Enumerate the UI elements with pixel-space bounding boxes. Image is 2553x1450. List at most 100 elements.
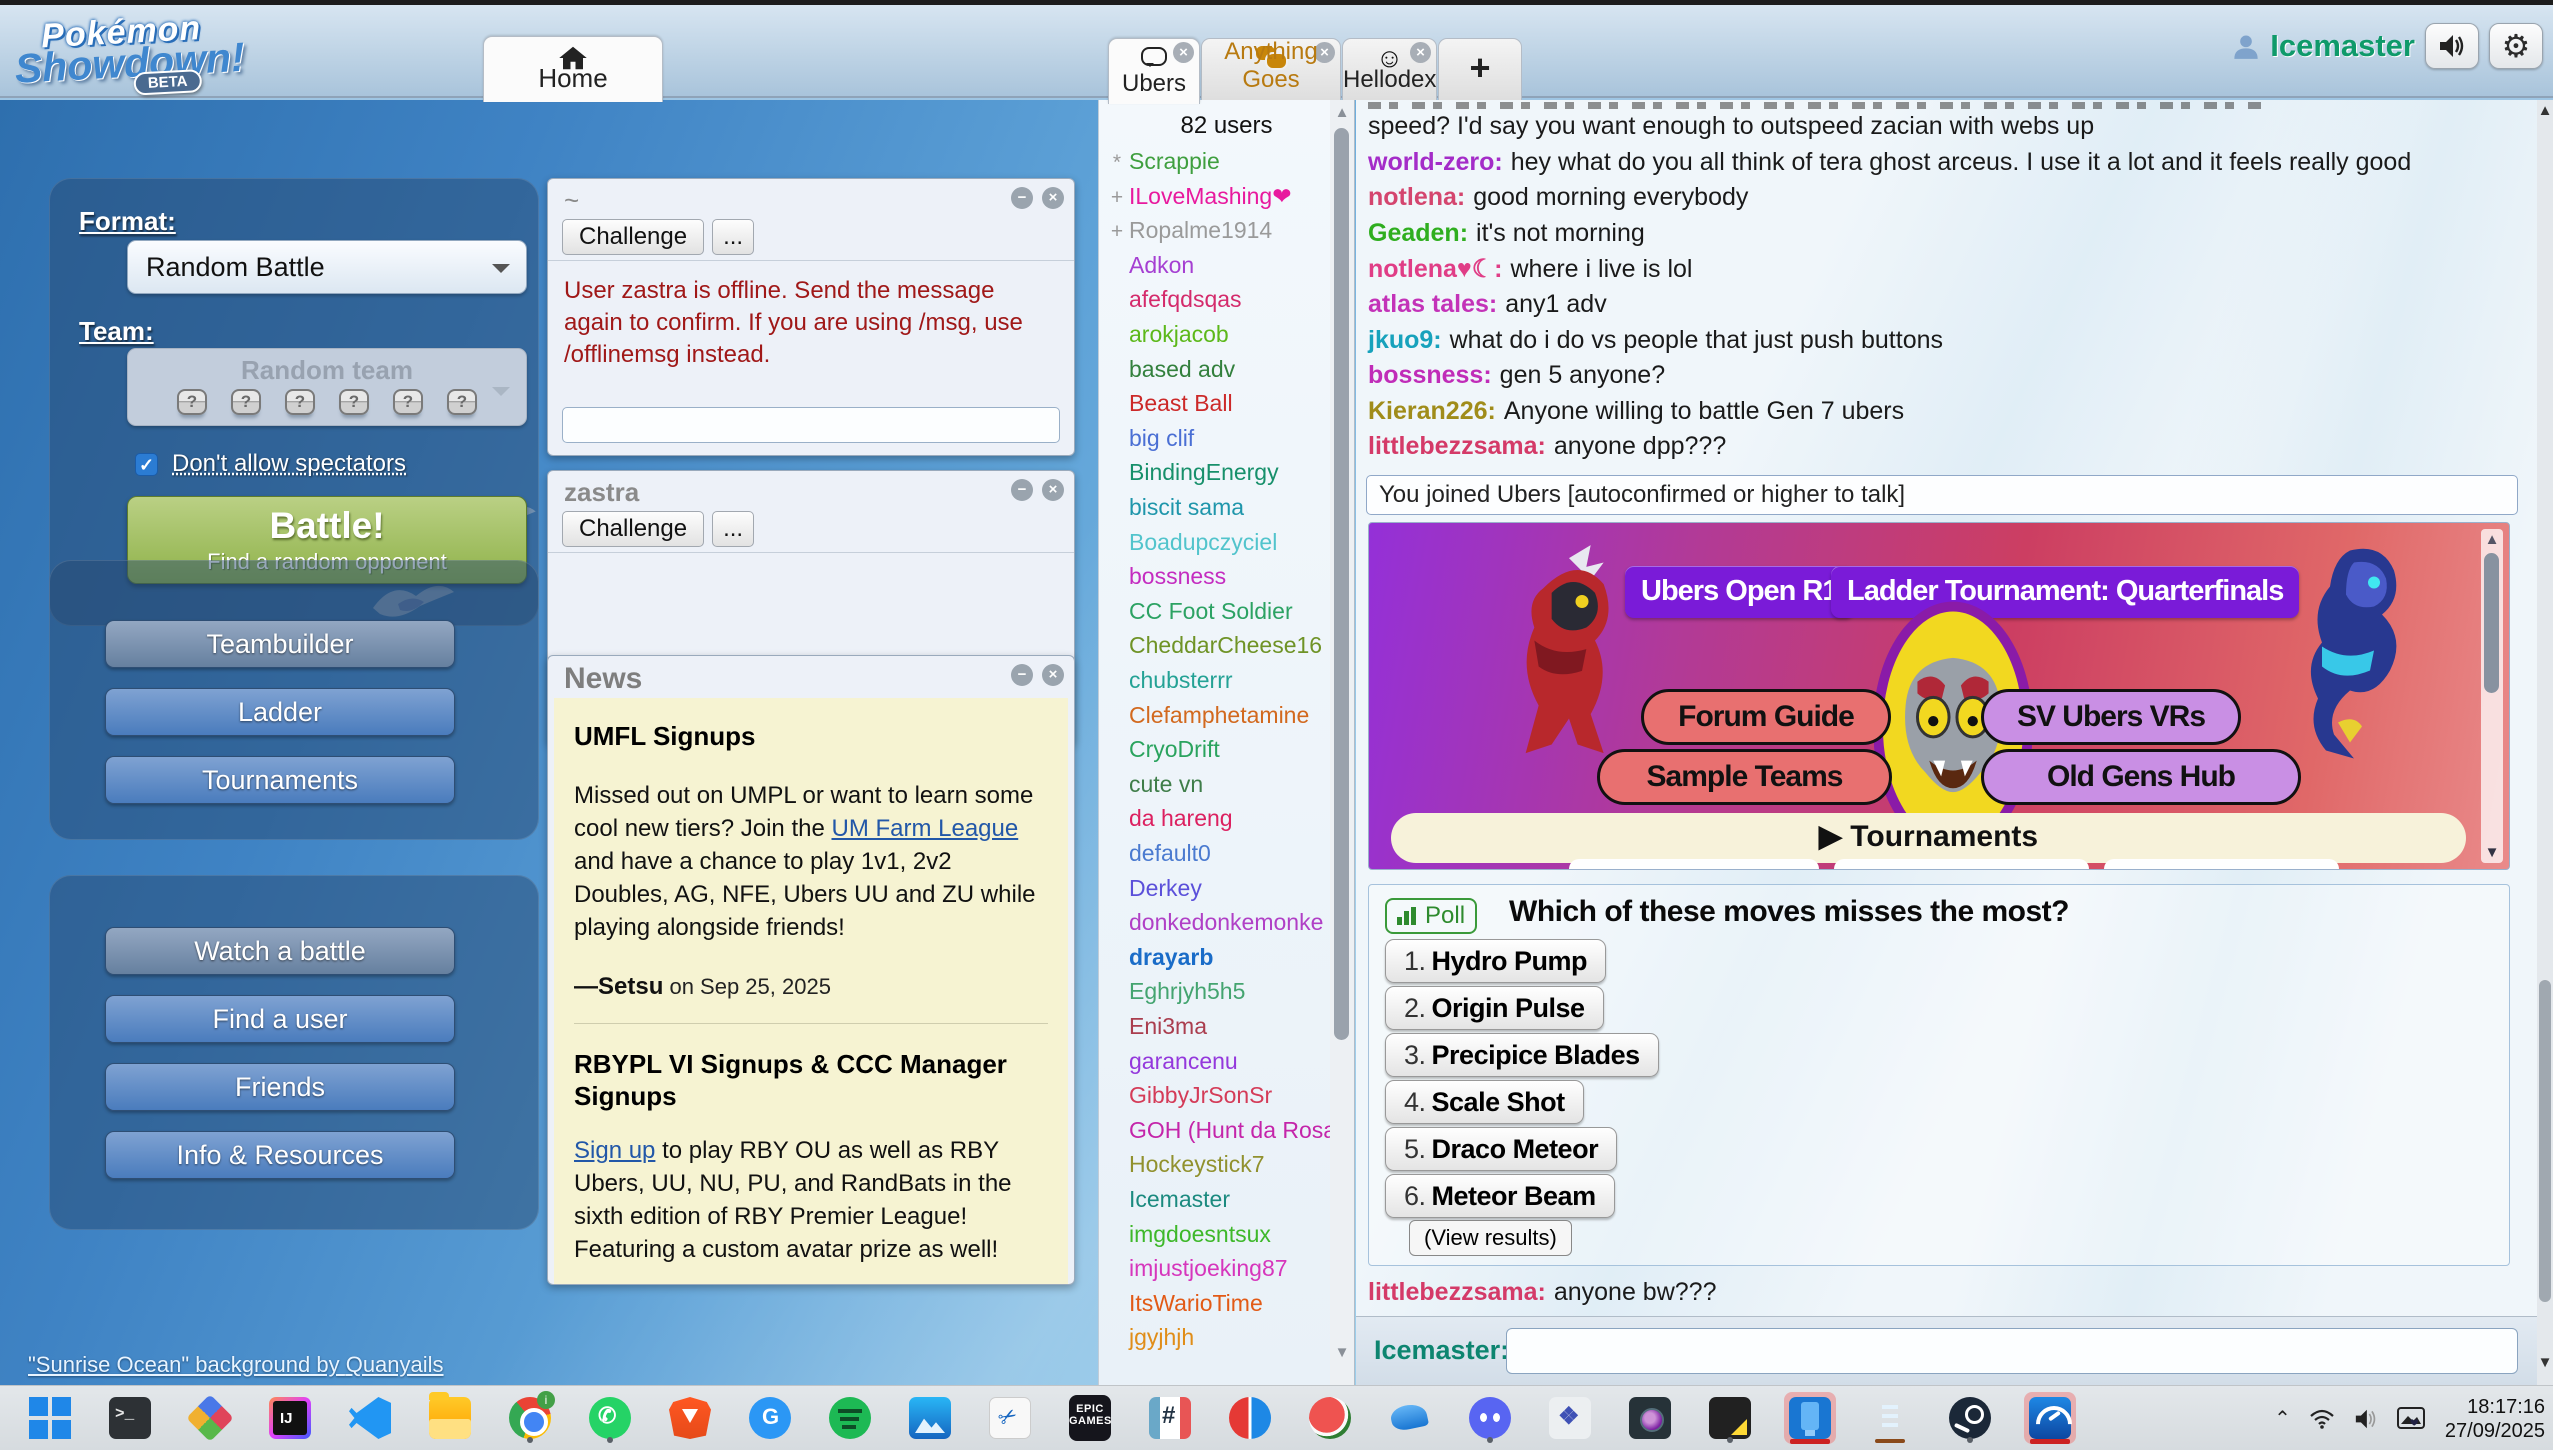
films-taskbar-icon[interactable] — [904, 1392, 956, 1444]
chat-username[interactable]: atlas tales: — [1368, 290, 1497, 318]
settings-button[interactable]: ⚙ — [2489, 23, 2543, 69]
userlist-user[interactable]: imjustjoeking87 — [1105, 1255, 1337, 1289]
chat-username[interactable]: world-zero: — [1368, 148, 1503, 176]
forum-projects-button[interactable]: Forum Projects — [2104, 859, 2339, 870]
scroll-up-icon[interactable]: ▲ — [1330, 104, 1354, 121]
gallery-tray-icon[interactable] — [2397, 1406, 2427, 1432]
scroll-down-icon[interactable]: ▼ — [2481, 844, 2503, 861]
blocks-taskbar-icon[interactable]: ❖ — [1544, 1392, 1596, 1444]
friends-button[interactable]: Friends — [105, 1063, 455, 1111]
scrollbar-thumb[interactable] — [1334, 128, 1349, 1040]
userlist-user[interactable]: Clefamphetamine — [1105, 702, 1337, 736]
poll-option-button[interactable]: 4.Scale Shot — [1385, 1080, 1584, 1124]
poll-option-button[interactable]: 3.Precipice Blades — [1385, 1033, 1659, 1077]
userlist-user[interactable]: Beast Ball — [1105, 390, 1337, 424]
peek-taskbar-icon[interactable] — [1704, 1392, 1756, 1444]
new-tab-button[interactable]: + — [1438, 38, 1522, 100]
volume-icon[interactable] — [2353, 1408, 2379, 1430]
teambuilder-button[interactable]: Teambuilder — [105, 620, 455, 668]
merge-taskbar-icon[interactable] — [184, 1392, 236, 1444]
watch-battle-button[interactable]: Watch a battle — [105, 927, 455, 975]
epic-taskbar-icon[interactable]: EPICGAMES — [1064, 1392, 1116, 1444]
um-farm-league-link[interactable]: UM Farm League — [831, 815, 1018, 842]
more-options-button[interactable]: ... — [712, 219, 754, 255]
scrollbar-thumb[interactable] — [2539, 980, 2551, 1302]
minimize-icon[interactable]: − — [1011, 479, 1033, 501]
userlist-user[interactable]: *Scrappie — [1105, 148, 1337, 182]
poll-option-button[interactable]: 5.Draco Meteor — [1385, 1127, 1617, 1171]
userlist-user[interactable]: Icemaster — [1105, 1186, 1337, 1220]
tournaments-button[interactable]: Tournaments — [105, 756, 455, 804]
tab-hellodex[interactable]: ☺ × Hellodex — [1342, 38, 1437, 100]
hash-taskbar-icon[interactable]: # — [1144, 1392, 1196, 1444]
terminal-taskbar-icon[interactable]: >_ — [104, 1392, 156, 1444]
whatsapp-taskbar-icon[interactable]: ✆ — [584, 1392, 636, 1444]
discord-taskbar-icon[interactable] — [1464, 1392, 1516, 1444]
current-username[interactable]: Icemaster — [2270, 28, 2415, 64]
userlist-user[interactable]: CC Foot Soldier — [1105, 598, 1337, 632]
tab-home[interactable]: Home — [483, 36, 663, 102]
scroll-up-icon[interactable]: ▲ — [2481, 531, 2503, 548]
phonelink-taskbar-icon[interactable] — [1784, 1392, 1836, 1444]
userlist-user[interactable]: arokjacob — [1105, 321, 1337, 355]
userlist-user[interactable]: ItsWarioTime — [1105, 1290, 1337, 1324]
userlist-user[interactable]: +Ropalme1914 — [1105, 217, 1337, 251]
userlist-scrollbar[interactable]: ▲ ▼ — [1330, 100, 1354, 1385]
watermelon-taskbar-icon[interactable] — [1304, 1392, 1356, 1444]
colorcircle-taskbar-icon[interactable] — [1224, 1392, 1276, 1444]
userlist-user[interactable]: based adv — [1105, 356, 1337, 390]
userlist-user[interactable]: Adkon — [1105, 252, 1337, 286]
vscode-taskbar-icon[interactable] — [344, 1392, 396, 1444]
userlist-user[interactable]: da hareng — [1105, 805, 1337, 839]
close-icon[interactable]: × — [1042, 187, 1064, 209]
userlist-user[interactable]: BindingEnergy — [1105, 459, 1337, 493]
userlist-user[interactable]: GibbyJrSonSr — [1105, 1082, 1337, 1116]
close-icon[interactable]: × — [1042, 664, 1064, 686]
tab-anything-goes[interactable]: × Anything Goes — [1201, 38, 1341, 100]
userlist-user[interactable]: Derkey — [1105, 875, 1337, 909]
userlist-user[interactable]: Eghrjyh5h5 — [1105, 978, 1337, 1012]
poll-option-button[interactable]: 1.Hydro Pump — [1385, 939, 1606, 983]
userlist-user[interactable]: cute vn — [1105, 771, 1337, 805]
userlist-user[interactable]: CheddarCheese16 — [1105, 632, 1337, 666]
close-icon[interactable]: × — [1173, 42, 1194, 63]
chat-username[interactable]: Geaden: — [1368, 219, 1468, 247]
spectators-option[interactable]: ✓ Don't allow spectators — [135, 450, 406, 478]
userlist-user[interactable]: Boadupczyciel — [1105, 529, 1337, 563]
tournaments-expander[interactable]: ▶ Tournaments — [1391, 813, 2466, 863]
scroll-up-icon[interactable]: ▲ — [2537, 102, 2553, 119]
server-taskbar-icon[interactable] — [1864, 1392, 1916, 1444]
userlist-user[interactable]: jgyjhjh — [1105, 1324, 1337, 1358]
forum-resources-button[interactable]: Forum Resources — [1569, 859, 1819, 870]
userlist-user[interactable]: CryoDrift — [1105, 736, 1337, 770]
intellij-taskbar-icon[interactable]: IJ — [264, 1392, 316, 1444]
team-select[interactable]: Random team ? ? ? ? ? ? — [127, 348, 527, 426]
challenge-button[interactable]: Challenge — [562, 219, 704, 255]
chat-username[interactable]: bossness: — [1368, 361, 1492, 389]
sound-button[interactable] — [2425, 23, 2479, 69]
userlist-user[interactable]: biscit sama — [1105, 494, 1337, 528]
userlist-user[interactable]: donkedonkemonke — [1105, 909, 1337, 943]
wifi-icon[interactable] — [2309, 1408, 2335, 1430]
explorer-taskbar-icon[interactable] — [424, 1392, 476, 1444]
old-gens-hub-button[interactable]: Old Gens Hub — [1981, 749, 2301, 805]
userlist-user[interactable]: default0 — [1105, 840, 1337, 874]
netspeed-taskbar-icon[interactable] — [2024, 1392, 2076, 1444]
camera-taskbar-icon[interactable] — [1624, 1392, 1676, 1444]
spotify-taskbar-icon[interactable] — [824, 1392, 876, 1444]
scroll-down-icon[interactable]: ▼ — [2537, 1354, 2553, 1371]
scroll-down-icon[interactable]: ▼ — [1330, 1344, 1354, 1361]
challenge-button[interactable]: Challenge — [562, 511, 704, 547]
more-options-button[interactable]: ... — [712, 511, 754, 547]
start-taskbar-icon[interactable] — [24, 1392, 76, 1444]
userlist-user[interactable]: imgdoesntsux — [1105, 1221, 1337, 1255]
minimize-icon[interactable]: − — [1011, 664, 1033, 686]
info-resources-button[interactable]: Info & Resources — [105, 1131, 455, 1179]
format-select[interactable]: Random Battle — [127, 240, 527, 294]
userlist-user[interactable]: big clif — [1105, 425, 1337, 459]
userlist-user[interactable]: Eni3ma — [1105, 1013, 1337, 1047]
userlist-user[interactable]: +ILoveMashing❤ — [1105, 183, 1337, 217]
close-icon[interactable]: × — [1042, 479, 1064, 501]
scrollbar-thumb[interactable] — [2484, 553, 2499, 693]
chat-username[interactable]: jkuo9: — [1368, 326, 1442, 354]
